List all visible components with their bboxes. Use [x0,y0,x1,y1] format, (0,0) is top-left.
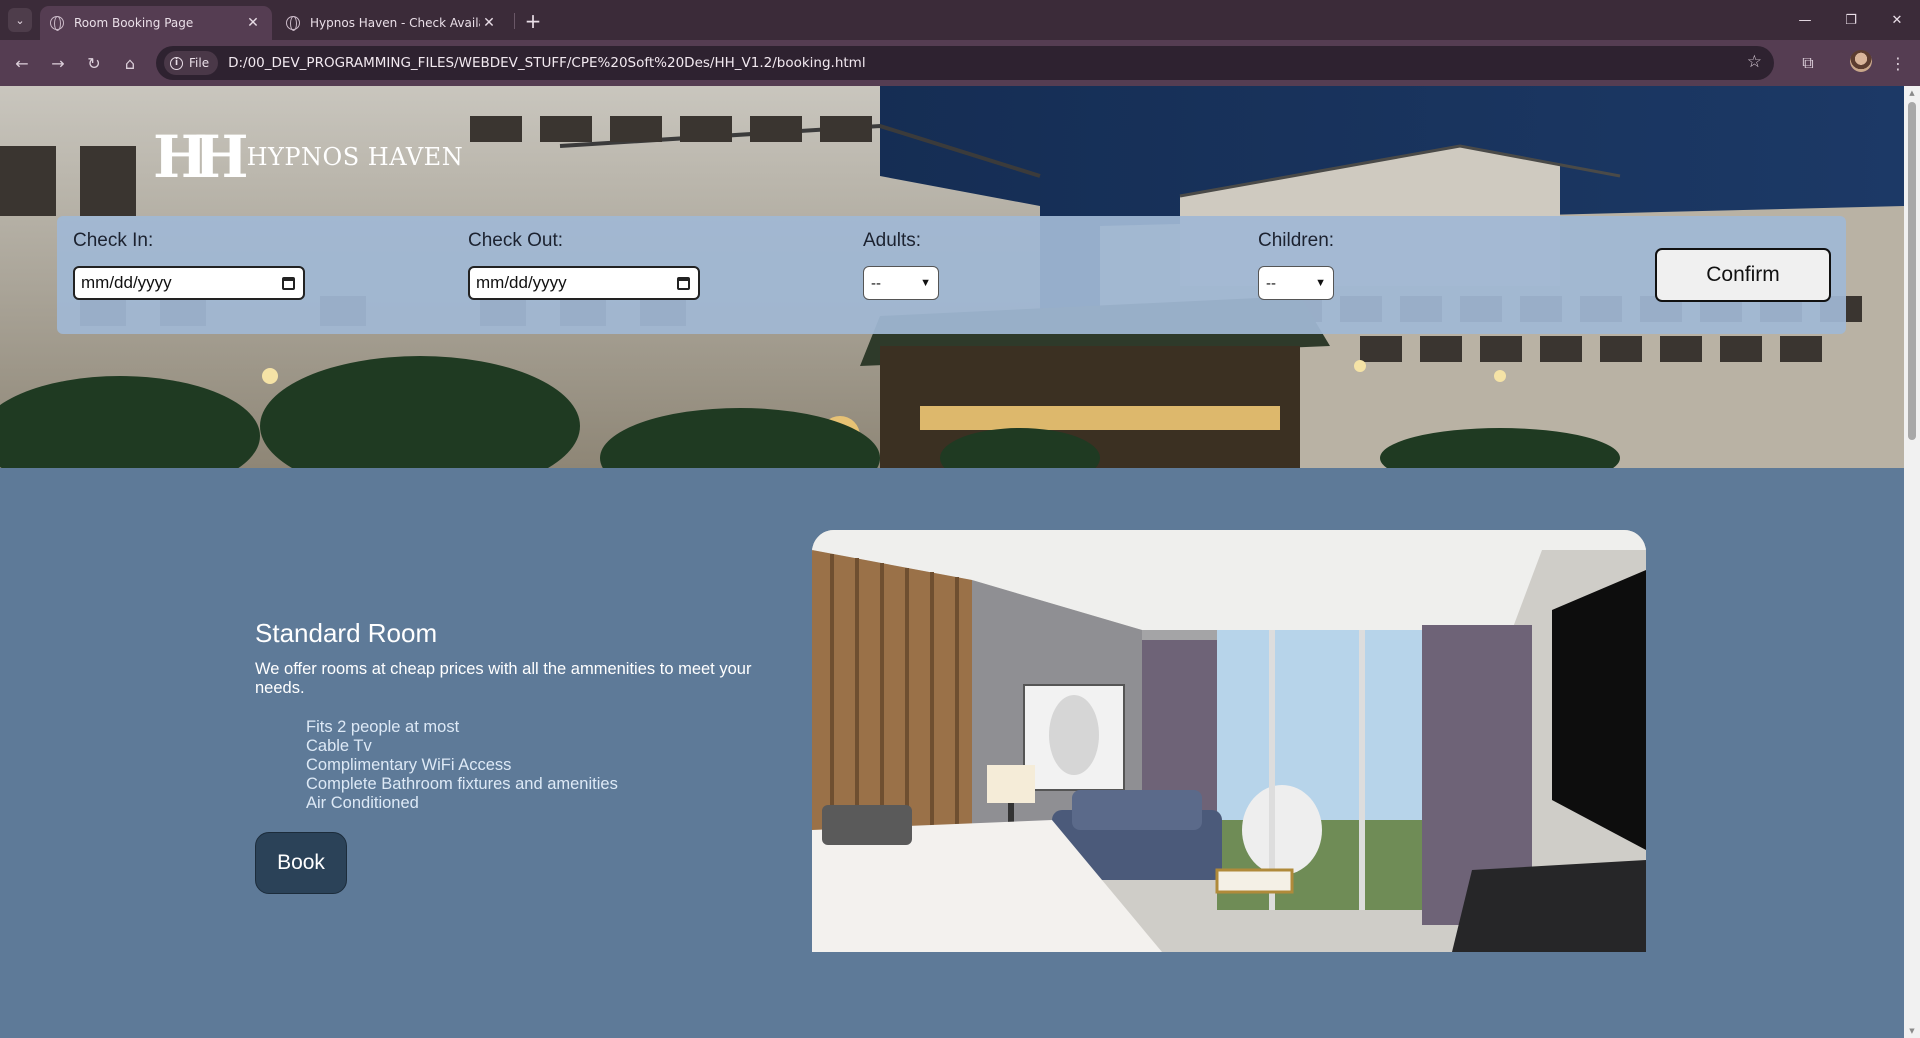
chevron-down-icon: ▼ [1315,277,1326,289]
tab-room-booking[interactable]: Room Booking Page ✕ [40,6,272,40]
close-icon: ✕ [1891,12,1903,28]
check-out-field: Check Out: mm/dd/yyyy [468,230,700,300]
book-button[interactable]: Book [255,832,347,894]
check-out-value: mm/dd/yyyy [476,273,567,292]
booking-form: Check In: mm/dd/yyyy Check Out: mm/dd/yy… [57,216,1846,334]
tab-search-button[interactable]: ⌄ [8,8,32,32]
room-description: We offer rooms at cheap prices with all … [255,660,752,697]
amenity-item: Air Conditioned [306,794,419,812]
url-text[interactable]: D:/00_DEV_PROGRAMMING_FILES/WEBDEV_STUFF… [228,55,866,71]
adults-field: Adults: -- ▼ [863,230,939,300]
restore-button[interactable]: ❐ [1828,6,1874,34]
children-field: Children: -- ▼ [1258,230,1334,300]
page-scrollbar[interactable]: ▲ ▼ [1904,86,1920,1038]
browser-toolbar: ← → ↻ ⌂ i File D:/00_DEV_PROGRAMMING_FIL… [0,40,1920,86]
tab-title: Hypnos Haven - Check Availabi [310,16,480,30]
globe-icon [286,16,300,31]
adults-select[interactable]: -- ▼ [863,266,939,300]
page-viewport: HH HYPNOS HAVEN Check In: mm/dd/yyyy Che… [0,86,1904,1038]
brand-name: HYPNOS HAVEN [246,143,464,171]
amenity-item: Complete Bathroom fixtures and amenities [306,775,618,793]
children-value: -- [1266,274,1276,292]
home-button[interactable]: ⌂ [116,49,144,77]
site-info-label: File [189,56,210,70]
extensions-button[interactable]: ⧉ [1794,49,1822,77]
check-in-value: mm/dd/yyyy [81,273,172,292]
profile-avatar[interactable] [1850,50,1872,72]
info-icon: i [170,56,183,70]
scroll-up-icon[interactable]: ▲ [1904,86,1920,100]
children-label: Children: [1258,230,1335,251]
hero-banner: HH HYPNOS HAVEN Check In: mm/dd/yyyy Che… [0,86,1904,468]
tab-strip: ⌄ Room Booking Page ✕ Hypnos Haven - Che… [0,0,1920,40]
arrow-right-icon: → [51,53,65,73]
check-out-input[interactable]: mm/dd/yyyy [468,266,700,300]
minimize-button[interactable]: — [1782,6,1828,34]
reload-button[interactable]: ↻ [80,49,108,77]
address-bar[interactable]: i File D:/00_DEV_PROGRAMMING_FILES/WEBDE… [156,46,1774,80]
amenity-item: Fits 2 people at most [306,718,460,736]
amenity-item: Cable Tv [306,737,372,755]
window-close-button[interactable]: ✕ [1874,6,1920,34]
tab-divider [514,13,515,29]
logo-mark: HH [153,123,249,191]
new-tab-button[interactable]: + [520,8,546,34]
scroll-down-icon[interactable]: ▼ [1904,1024,1920,1038]
forward-button[interactable]: → [44,49,72,77]
puzzle-icon: ⧉ [1802,53,1814,72]
browser-menu-button[interactable]: ⋮ [1884,49,1912,77]
adults-label: Adults: [863,230,922,251]
reload-icon: ↻ [87,53,101,73]
check-in-label: Check In: [73,230,154,251]
amenity-item: Complimentary WiFi Access [306,756,512,774]
check-in-field: Check In: mm/dd/yyyy [73,230,305,300]
check-out-label: Check Out: [468,230,564,251]
back-button[interactable]: ← [8,49,36,77]
close-icon[interactable]: ✕ [244,15,262,31]
scroll-thumb[interactable] [1908,102,1916,440]
children-select[interactable]: -- ▼ [1258,266,1334,300]
tab-title: Room Booking Page [74,16,194,30]
room-title: Standard Room [255,618,438,648]
calendar-icon[interactable] [677,276,690,290]
confirm-button[interactable]: Confirm [1655,248,1831,302]
chevron-down-icon: ▼ [920,277,931,289]
tab-check-availability[interactable]: Hypnos Haven - Check Availabi ✕ [276,6,508,40]
room-photo [812,530,1646,952]
restore-icon: ❐ [1845,12,1857,28]
site-info-chip[interactable]: i File [164,51,219,75]
plus-icon: + [524,9,542,33]
close-icon[interactable]: ✕ [480,15,498,31]
calendar-icon[interactable] [282,276,295,290]
check-in-input[interactable]: mm/dd/yyyy [73,266,305,300]
amenities-list: Fits 2 people at most Cable Tv Complimen… [306,718,618,813]
bookmark-star-icon[interactable]: ☆ [1747,52,1762,72]
hotel-room-illustration [812,530,1646,952]
chevron-down-icon: ⌄ [15,13,25,27]
adults-value: -- [871,274,881,292]
arrow-left-icon: ← [15,53,29,73]
home-icon: ⌂ [124,53,136,73]
brand-logo[interactable]: HH HYPNOS HAVEN [153,128,463,186]
browser-chrome: ⌄ Room Booking Page ✕ Hypnos Haven - Che… [0,0,1920,86]
minimize-icon: — [1798,12,1812,28]
more-vertical-icon: ⋮ [1890,53,1906,73]
globe-icon [50,16,64,31]
